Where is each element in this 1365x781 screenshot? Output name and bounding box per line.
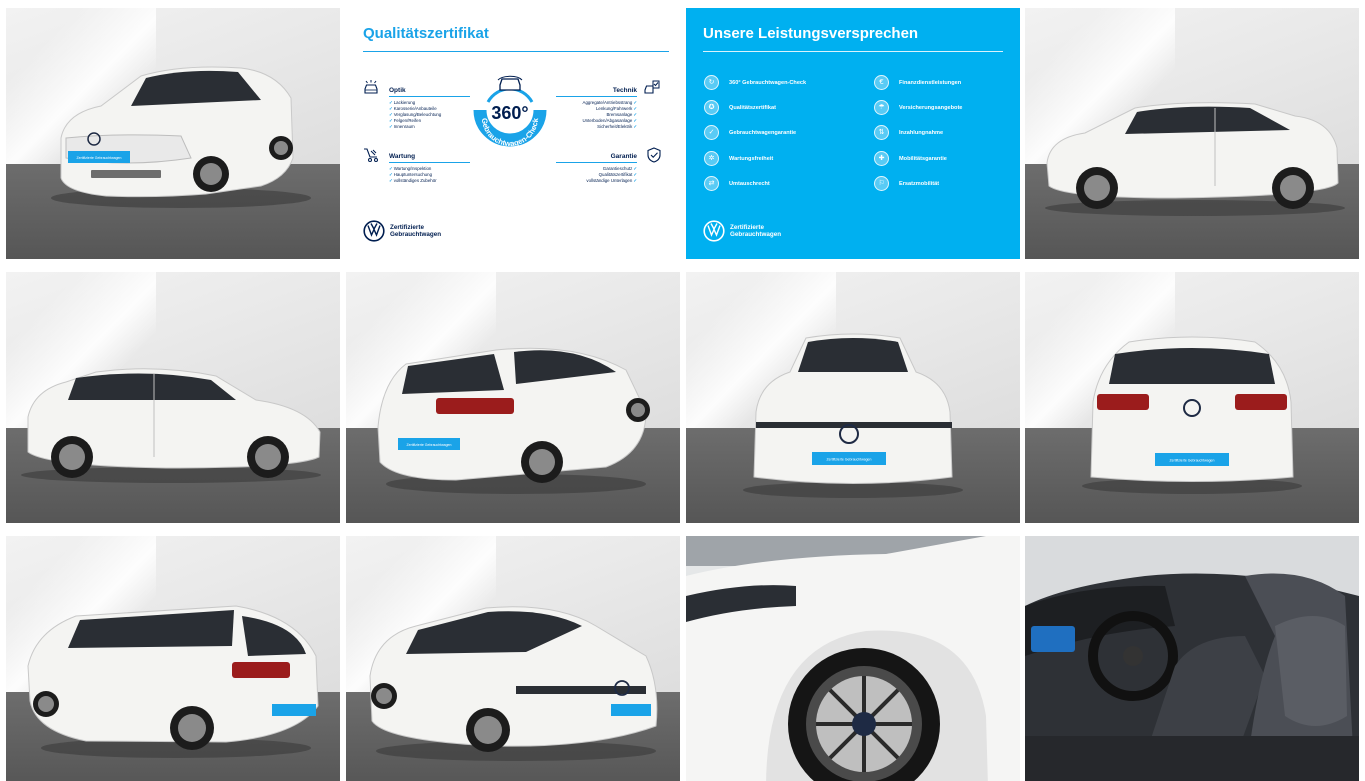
promise-item-maintenance: ✲ Wartungsfreiheit (704, 151, 773, 166)
service-cart-icon (364, 148, 378, 162)
promise-item-exchange: ⇄ Umtauschrecht (704, 176, 770, 191)
finance-icon: € (874, 75, 889, 90)
quality-certificate-title: Qualitätszertifikat (363, 25, 489, 42)
trade-in-icon: ⇅ (874, 125, 889, 140)
section-wartung: Wartung ✓Wartung/Inspektion ✓Hauptunters… (389, 153, 470, 184)
vw-certified-logo: Zertifizierte Gebrauchtwagen (363, 220, 441, 242)
interior-image (1025, 536, 1359, 781)
car-side-image (1045, 102, 1345, 216)
gallery-photo-front-right[interactable] (346, 536, 680, 781)
vw-logo-icon (363, 220, 385, 242)
list-item: ✓Innenraum (389, 124, 415, 129)
quality-certificate-panel[interactable]: Qualitätszertifikat Optik ✓Lackierung ✓K… (346, 8, 680, 259)
car-inspection-icon (364, 80, 378, 94)
promise-item-replacement: ⚐ Ersatzmobilität (874, 176, 939, 191)
service-promises-panel[interactable]: Unsere Leistungsversprechen ↻ 360° Gebra… (686, 8, 1020, 259)
section-heading-garantie: Garantie (610, 153, 637, 160)
promise-item-warranty: ✓ Gebrauchtwagengarantie (704, 125, 796, 140)
certificate-icon: ✪ (704, 100, 719, 115)
wheel-closeup-image (686, 536, 1020, 781)
shield-check-icon: ✓ (704, 125, 719, 140)
car-checklist-icon (644, 80, 660, 94)
vw-certified-label: Zertifizierte Gebrauchtwagen (730, 223, 782, 239)
license-plate-text: Zertifizierte Gebrauchtwagen (827, 458, 872, 462)
list-item: ✓vollständiges Zubehör (389, 178, 437, 183)
section-garantie: Garantie Garantieschutz✓ Qualitätszertif… (556, 153, 637, 184)
list-item: vollständige Unterlagen✓ (586, 178, 637, 183)
car-front-three-quarter-image: Zertifizierte Gebrauchtwagen (51, 66, 311, 208)
gallery-photo-rear-right[interactable] (6, 536, 340, 781)
gallery-photo-front-left[interactable]: Zertifizierte Gebrauchtwagen (6, 8, 340, 259)
photo-gallery-grid: Zertifizierte Gebrauchtwagen Qualitätsze… (6, 8, 1360, 781)
promise-item-insurance: ☂ Versicherungsangebote (874, 100, 962, 115)
insurance-icon: ☂ (874, 100, 889, 115)
license-plate-text: Zertifizierte Gebrauchtwagen (77, 156, 122, 160)
list-item: Sicherheit/Elektrik✓ (597, 124, 637, 129)
section-technik: Technik Aggregate/Antriebsstrang✓ Lenkun… (556, 87, 637, 130)
360-check-badge: Gebrauchtwagen-Check 360° (468, 72, 552, 156)
gallery-photo-front[interactable]: Zertifizierte Gebrauchtwagen (686, 272, 1020, 523)
gallery-photo-wheel-detail[interactable] (686, 536, 1020, 781)
gallery-photo-side-left[interactable] (1025, 8, 1359, 259)
promise-item-quality-certificate: ✪ Qualitätszertifikat (704, 100, 776, 115)
promise-item-mobility: ✚ Mobilitätsgarantie (874, 151, 947, 166)
promise-item-trade-in: ⇅ Inzahlungnahme (874, 125, 943, 140)
car-rear-image: Zertifizierte Gebrauchtwagen (1082, 336, 1302, 494)
section-heading-optik: Optik (389, 87, 406, 94)
section-optik: Optik ✓Lackierung ✓Karosserie/Anbauteile… (389, 87, 470, 130)
car-rear-three-quarter-image: Zertifizierte Gebrauchtwagen (377, 347, 650, 494)
gallery-photo-interior[interactable] (1025, 536, 1359, 781)
vw-logo-icon (703, 220, 725, 242)
car-360-icon (497, 75, 523, 91)
title-divider (703, 51, 1003, 52)
car-side-image (21, 368, 321, 483)
title-divider (363, 51, 669, 52)
gallery-photo-rear-left[interactable]: Zertifizierte Gebrauchtwagen (346, 272, 680, 523)
wrench-icon: ✲ (704, 151, 719, 166)
replacement-car-icon: ⚐ (874, 176, 889, 191)
exchange-icon: ⇄ (704, 176, 719, 191)
section-heading-wartung: Wartung (389, 153, 416, 160)
gallery-photo-rear[interactable]: Zertifizierte Gebrauchtwagen (1025, 272, 1359, 523)
badge-number: 360° (491, 103, 529, 123)
car-front-three-quarter-image (369, 606, 658, 761)
license-plate-text: Zertifizierte Gebrauchtwagen (407, 443, 452, 447)
car-front-image: Zertifizierte Gebrauchtwagen (743, 333, 963, 498)
promise-item-finance: € Finanzdienstleistungen (874, 75, 961, 90)
section-heading-technik: Technik (612, 87, 637, 94)
promise-item-360-check: ↻ 360° Gebrauchtwagen-Check (704, 75, 806, 90)
shield-check-icon (647, 147, 661, 163)
car-rear-three-quarter-image (27, 605, 319, 758)
gallery-photo-side-right[interactable] (6, 272, 340, 523)
mobility-icon: ✚ (874, 151, 889, 166)
car-360-icon: ↻ (704, 75, 719, 90)
service-promises-title: Unsere Leistungsversprechen (703, 25, 919, 42)
vw-certified-label: Zertifizierte Gebrauchtwagen (390, 223, 442, 239)
vw-certified-logo: Zertifizierte Gebrauchtwagen (703, 220, 781, 242)
license-plate-text: Zertifizierte Gebrauchtwagen (1170, 459, 1215, 463)
